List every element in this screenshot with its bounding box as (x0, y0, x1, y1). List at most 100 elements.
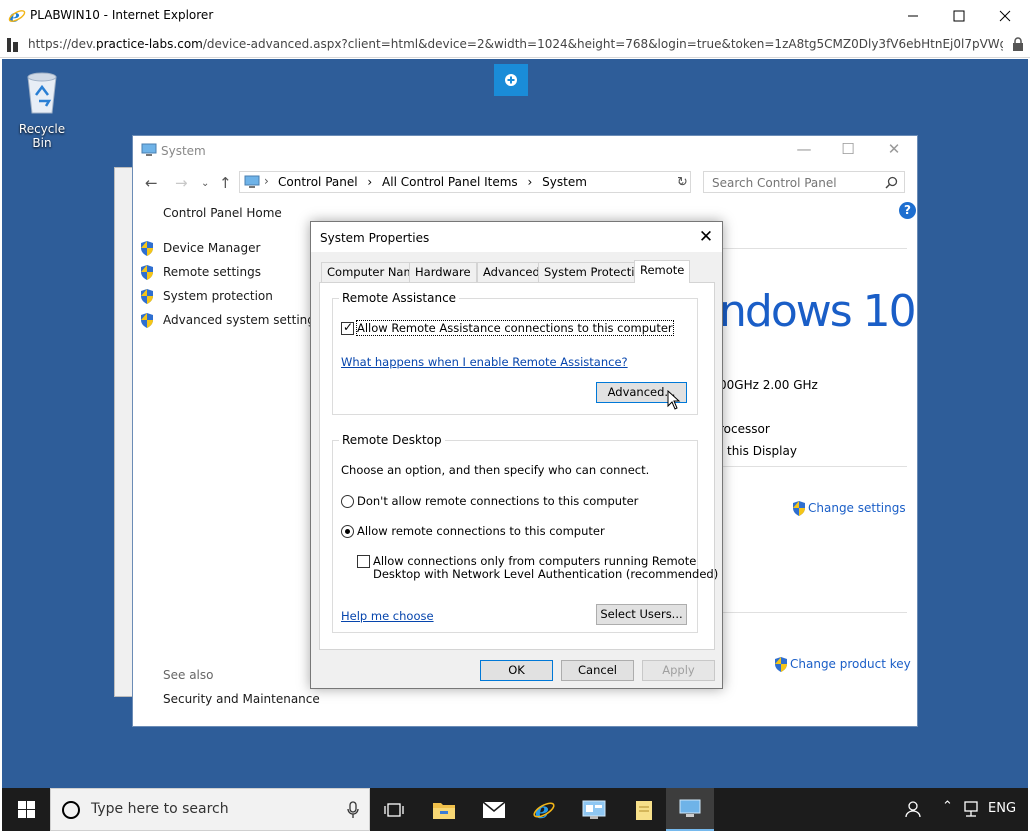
minimize-icon: — (796, 140, 812, 158)
remote-toolbar-button[interactable] (494, 64, 528, 96)
internet-explorer-icon: e (533, 798, 555, 822)
shield-icon (775, 657, 787, 672)
dialog-title: System Properties (320, 231, 430, 245)
tab-remote[interactable]: Remote (634, 260, 691, 283)
refresh-icon[interactable]: ↻ (677, 175, 688, 190)
mail-taskbar-button[interactable] (470, 788, 518, 831)
microphone-icon[interactable] (347, 801, 359, 819)
system-protection-link[interactable]: System protection (163, 289, 273, 303)
allow-remote-radio[interactable] (341, 525, 354, 538)
tab-hardware[interactable]: Hardware (409, 262, 477, 282)
internet-explorer-icon: e (8, 7, 26, 25)
nla-label-line2[interactable]: Desktop with Network Level Authenticatio… (373, 567, 718, 581)
chevron-right-icon: › (527, 175, 533, 189)
folder-icon (433, 802, 455, 819)
up-arrow-icon[interactable]: ↑ (219, 174, 232, 192)
url-text[interactable]: https://dev.practice-labs.com/device-adv… (28, 37, 1003, 51)
system-minimize-button[interactable]: — (789, 140, 819, 162)
breadcrumb-system[interactable]: System (542, 175, 587, 189)
sticky-note-icon (636, 800, 652, 820)
windows-logo-icon (17, 801, 35, 818)
task-view-icon (384, 802, 404, 817)
allow-remote-assistance-checkbox[interactable] (341, 320, 354, 335)
help-icon[interactable]: ? (899, 202, 916, 219)
mouse-cursor-icon (667, 390, 681, 410)
change-product-key-link[interactable]: Change product key (790, 657, 911, 671)
forward-arrow-icon[interactable]: → (175, 174, 188, 192)
network-icon[interactable] (962, 801, 980, 817)
minimize-icon (908, 15, 918, 17)
system-window-title: System (161, 144, 206, 158)
browser-titlebar: e PLABWIN10 - Internet Explorer (0, 0, 1030, 32)
system-close-button[interactable]: ✕ (879, 140, 909, 162)
internet-explorer-taskbar-button[interactable]: e (520, 788, 568, 831)
recycle-bin-desktop-icon[interactable]: Recycle Bin (10, 69, 74, 150)
shield-icon (141, 313, 153, 328)
breadcrumb-all-items[interactable]: All Control Panel Items (382, 175, 518, 189)
shield-icon (141, 289, 153, 304)
chevron-right-icon: › (367, 175, 373, 189)
nla-label-line1[interactable]: Allow connections only from computers ru… (373, 554, 696, 568)
remote-settings-link[interactable]: Remote settings (163, 265, 261, 279)
search-icon (885, 176, 898, 189)
close-button[interactable] (982, 0, 1028, 32)
breadcrumb[interactable]: › Control Panel › All Control Panel Item… (239, 171, 691, 193)
close-icon: ✕ (887, 140, 901, 158)
navigation-row: ← → ⌄ ↑ › Control Panel › All Control Pa… (133, 168, 917, 198)
select-users-button[interactable]: Select Users... (596, 604, 687, 625)
back-arrow-icon[interactable]: ← (145, 174, 158, 192)
dont-allow-label[interactable]: Don't allow remote connections to this c… (357, 494, 638, 508)
control-panel-home-link[interactable]: Control Panel Home (163, 206, 282, 220)
remote-desktop-group: Remote Desktop Choose an option, and the… (332, 433, 718, 633)
recycle-bin-icon (27, 72, 57, 114)
maximize-button[interactable] (936, 0, 982, 32)
people-icon[interactable] (904, 800, 922, 818)
close-icon: ✕ (698, 227, 714, 247)
recycle-bin-label: Recycle Bin (18, 122, 66, 150)
allow-remote-assistance-label[interactable]: Allow Remote Assistance connections to t… (356, 320, 674, 336)
taskbar-search-box[interactable]: Type here to search (50, 788, 370, 831)
nla-checkbox[interactable] (357, 555, 370, 568)
close-icon (999, 10, 1011, 22)
control-panel-taskbar-button[interactable] (570, 788, 618, 831)
breadcrumb-control-panel[interactable]: Control Panel (278, 175, 358, 189)
search-box[interactable] (703, 171, 905, 193)
advanced-system-settings-link[interactable]: Advanced system settings (163, 313, 321, 327)
processor-text: rocessor (719, 422, 770, 436)
remote-assistance-group: Remote Assistance Allow Remote Assistanc… (332, 291, 698, 415)
shield-icon (793, 501, 805, 516)
search-input[interactable] (710, 175, 878, 191)
device-manager-link[interactable]: Device Manager (163, 241, 260, 255)
dialog-close-button[interactable]: ✕ (694, 225, 718, 249)
show-hidden-icons-icon[interactable]: ⌃ (942, 799, 953, 814)
remote-assistance-help-link[interactable]: What happens when I enable Remote Assist… (341, 355, 628, 369)
help-me-choose-link[interactable]: Help me choose (341, 609, 434, 623)
remote-tab-panel: Remote Assistance Allow Remote Assistanc… (319, 282, 718, 650)
lock-icon[interactable] (1012, 37, 1024, 51)
address-bar[interactable]: https://dev.practice-labs.com/device-adv… (0, 32, 1030, 58)
recent-dropdown-icon[interactable]: ⌄ (201, 178, 209, 189)
computer-icon (679, 799, 701, 817)
dialog-titlebar: System Properties ✕ (311, 222, 722, 252)
system-window-taskbar-button[interactable] (666, 788, 714, 831)
security-maintenance-link[interactable]: Security and Maintenance (163, 692, 320, 706)
file-explorer-taskbar-button[interactable] (420, 788, 468, 831)
cancel-button[interactable]: Cancel (561, 660, 634, 681)
allow-remote-label[interactable]: Allow remote connections to this compute… (357, 524, 605, 538)
dont-allow-radio[interactable] (341, 495, 354, 508)
divider (723, 248, 907, 249)
ok-button[interactable]: OK (480, 660, 553, 681)
change-settings-link[interactable]: Change settings (808, 501, 906, 515)
minimize-button[interactable] (890, 0, 936, 32)
plus-circle-icon (505, 74, 517, 86)
task-view-button[interactable] (370, 788, 418, 831)
notepad-taskbar-button[interactable] (620, 788, 668, 831)
divider (723, 612, 907, 613)
language-indicator[interactable]: ENG (988, 801, 1016, 816)
page-icon (7, 38, 18, 52)
tab-advanced[interactable]: Advanced (477, 262, 546, 282)
cpu-speed-text: 00GHz 2.00 GHz (719, 378, 818, 392)
apply-button[interactable]: Apply (642, 660, 715, 681)
system-maximize-button[interactable]: ☐ (833, 140, 863, 162)
start-button[interactable] (2, 788, 50, 831)
